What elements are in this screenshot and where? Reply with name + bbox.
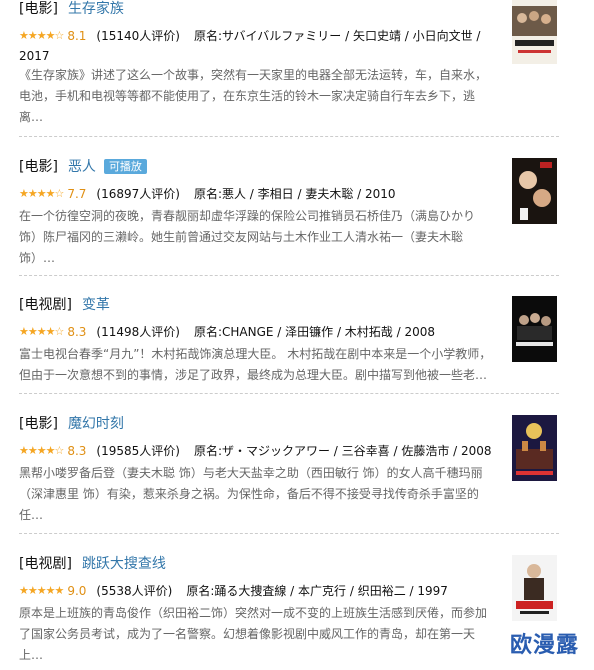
rating-stars-icon: ★★★★☆: [19, 29, 64, 42]
item-description: 富士电视台春季“月九”！木村拓哉饰演总理大臣。 木村拓哉在剧中本来是一个小学教师…: [19, 347, 492, 382]
playable-badge[interactable]: 可播放: [103, 159, 147, 174]
poster-image[interactable]: [512, 0, 557, 64]
item-description: 原本是上班族的青岛俊作（织田裕二饰）突然对一成不变的上班族生活感到厌倦，而参加了…: [19, 606, 488, 662]
original-info: 原名:ザ・マジックアワー / 三谷幸喜 / 佐藤浩市 / 2008: [193, 444, 492, 458]
item-category: [电影]: [19, 416, 58, 432]
item-description: 《生存家族》讲述了这么一个故事，突然有一天家里的电器全部无法运转，车，自来水，电…: [19, 68, 488, 124]
item-meta: ★★★★☆ 8.3 (19585人评价) 原名:ザ・マジックアワー / 三谷幸喜 / …: [19, 441, 492, 461]
original-info: 原名:踊る大捜査線 / 本广克行 / 织田裕二 / 1997: [186, 584, 448, 598]
item-meta: ★★★★☆ 7.7 (16897人评价) 原名:悪人 / 李相日 / 妻夫木聡 / 2…: [19, 184, 396, 204]
rating-value: 9.0: [67, 584, 87, 598]
rating-count: (19585人评价): [96, 444, 180, 458]
rating-value: 8.1: [67, 29, 87, 43]
original-info: 原名:サバイバルファミリー / 矢口史靖 / 小日向文世 /: [193, 29, 481, 43]
rating-stars-icon: ★★★★☆: [19, 187, 64, 200]
item-meta: ★★★★☆ 8.1 (15140人评价) 原名:サバイバルファミリー / 矢口史靖 /…: [19, 26, 480, 46]
rating-count: (15140人评价): [96, 29, 180, 43]
item-title-line: [电影] 恶人 可播放: [19, 158, 147, 176]
watermark-logo: 欧漫露: [510, 633, 580, 658]
item-title-line: [电影] 魔幻时刻: [19, 415, 124, 433]
poster-image[interactable]: [512, 555, 557, 621]
rating-stars-icon: ★★★★☆: [19, 325, 64, 338]
item-title-link[interactable]: 变革: [82, 297, 110, 313]
rating-count: (11498人评价): [96, 325, 180, 339]
item-title-line: [电影] 生存家族: [19, 0, 124, 18]
divider: [19, 136, 559, 137]
rating-value: 8.3: [67, 325, 87, 339]
item-category: [电视剧]: [19, 297, 72, 313]
item-title-link[interactable]: 生存家族: [68, 1, 124, 17]
item-title-line: [电视剧] 变革: [19, 296, 110, 314]
divider: [19, 533, 559, 534]
item-meta: ★★★★★ 9.0 (5538人评价) 原名:踊る大捜査線 / 本广克行 / 织田裕二…: [19, 581, 448, 601]
item-description: 在一个彷徨空洞的夜晚，青春靓丽却虚华浮躁的保险公司推销员石桥佳乃（满島ひかり 饰…: [19, 209, 476, 265]
rating-count: (5538人评价): [96, 584, 173, 598]
rating-stars-icon: ★★★★★: [19, 584, 64, 597]
item-title-link[interactable]: 魔幻时刻: [68, 416, 124, 432]
item-title-link[interactable]: 跳跃大搜查线: [82, 556, 166, 572]
original-info: 原名:悪人 / 李相日 / 妻夫木聡 / 2010: [193, 187, 396, 201]
item-description: 黑帮小喽罗备后登（妻夫木聪 饰）与老大天盐幸之助（西田敏行 饰）的女人高千穗玛丽…: [19, 466, 483, 522]
item-category: [电影]: [19, 1, 58, 17]
item-meta: ★★★★☆ 8.3 (11498人评价) 原名:CHANGE / 泽田镰作 / 木村拓…: [19, 322, 435, 342]
poster-image[interactable]: [512, 296, 557, 362]
item-title-link[interactable]: 恶人: [68, 159, 96, 175]
original-info: 原名:CHANGE / 泽田镰作 / 木村拓哉 / 2008: [193, 325, 436, 339]
item-category: [电视剧]: [19, 556, 72, 572]
rating-count: (16897人评价): [96, 187, 180, 201]
rating-value: 7.7: [67, 187, 87, 201]
original-info-cont: 2017: [19, 49, 50, 63]
item-category: [电影]: [19, 159, 58, 175]
divider: [19, 275, 559, 276]
poster-image[interactable]: [512, 158, 557, 224]
rating-stars-icon: ★★★★☆: [19, 444, 64, 457]
rating-value: 8.3: [67, 444, 87, 458]
divider: [19, 393, 559, 394]
item-title-line: [电视剧] 跳跃大搜查线: [19, 555, 166, 573]
poster-image[interactable]: [512, 415, 557, 481]
